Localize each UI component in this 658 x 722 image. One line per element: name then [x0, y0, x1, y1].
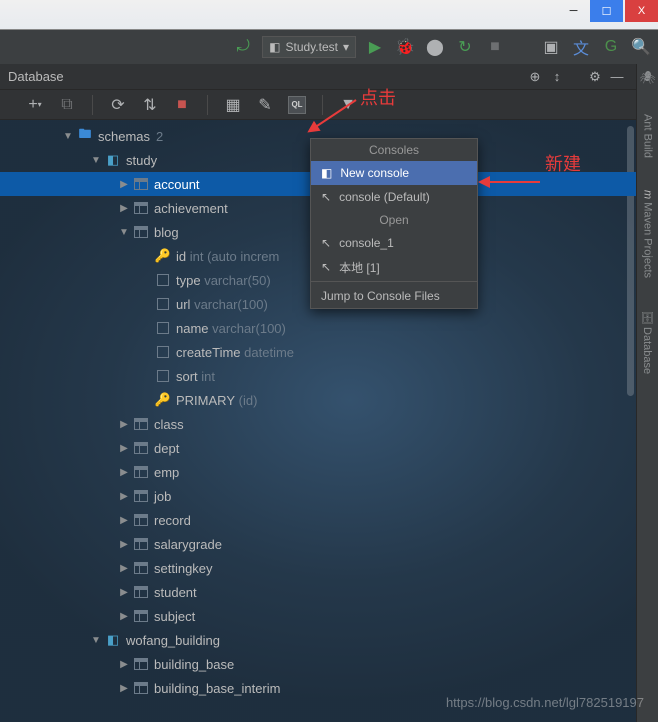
ant-build-spider-icon[interactable]: 🕷	[639, 70, 656, 86]
table-settingkey[interactable]: ▶settingkey	[0, 556, 636, 580]
expand-toggle[interactable]: ▼	[88, 155, 104, 166]
folder-icon: 🖿	[76, 125, 94, 147]
column-createtime[interactable]: createTime datetime	[0, 340, 636, 364]
schema-icon: ◧	[104, 152, 122, 168]
run-config-combo[interactable]: ◧ Study.test ▾	[262, 36, 356, 58]
translate2-icon[interactable]: G	[600, 36, 622, 58]
table-building-base[interactable]: ▶building_base	[0, 652, 636, 676]
table-emp[interactable]: ▶emp	[0, 460, 636, 484]
gear-icon[interactable]: ⚙	[584, 69, 606, 85]
sync-button[interactable]: ⇅	[141, 96, 159, 114]
key-icon: 🔑	[154, 392, 172, 408]
translate1-icon[interactable]: 文	[570, 36, 592, 58]
run-config-label: Study.test	[285, 40, 337, 54]
open-console-button[interactable]: QL	[288, 96, 306, 114]
add-datasource-button[interactable]: +▾	[26, 96, 44, 114]
table-subject[interactable]: ▶subject	[0, 604, 636, 628]
window-minimize-button[interactable]: ─	[557, 0, 590, 22]
column-icon	[154, 274, 172, 286]
duplicate-button[interactable]: ⧉	[58, 96, 76, 114]
table-job[interactable]: ▶job	[0, 484, 636, 508]
menu-console-default[interactable]: ↖ console (Default)	[311, 185, 477, 209]
run-button[interactable]: ▶	[364, 36, 386, 58]
profile-button[interactable]: ↻	[454, 36, 476, 58]
annotation-arrow-1	[306, 100, 366, 145]
column-name[interactable]: name varchar(100)	[0, 316, 636, 340]
table-student[interactable]: ▶student	[0, 580, 636, 604]
minimize-panel-icon[interactable]: —	[606, 69, 628, 84]
database-tab[interactable]: 🗄 Database	[640, 306, 655, 378]
stop-button[interactable]: ■	[484, 36, 506, 58]
panel-title: Database	[8, 69, 64, 84]
search-icon[interactable]: 🔍	[630, 36, 652, 58]
table-class[interactable]: ▶class	[0, 412, 636, 436]
scope-icon[interactable]: ⊕	[524, 69, 546, 85]
console-context-menu: Consoles ◧ New console ↖ console (Defaul…	[310, 138, 478, 309]
annotation-click: 点击	[360, 84, 396, 110]
window-close-button[interactable]: X	[625, 0, 658, 22]
table-dept[interactable]: ▶dept	[0, 436, 636, 460]
menu-new-console[interactable]: ◧ New console	[311, 161, 477, 185]
table-view-button[interactable]: ▦	[224, 96, 242, 114]
project-structure-icon[interactable]: ▣	[540, 36, 562, 58]
run-config-icon: ◧	[269, 40, 280, 54]
watermark: https://blog.csdn.net/lgl782519197	[446, 695, 644, 710]
schemas-count: 2	[156, 129, 163, 144]
column-sort[interactable]: sort int	[0, 364, 636, 388]
annotation-new: 新建	[545, 150, 581, 176]
window-maximize-button[interactable]: ☐	[590, 0, 623, 22]
primary-key[interactable]: 🔑PRIMARY (id)	[0, 388, 636, 412]
expand-toggle[interactable]: ▶	[116, 179, 132, 190]
database-panel-header: Database ⊕ ↕ ⚙ —	[0, 64, 636, 90]
chevron-down-icon: ▾	[343, 40, 349, 54]
key-icon: 🔑	[154, 248, 172, 264]
arrow-icon: ↖	[321, 190, 331, 204]
maven-projects-tab[interactable]: m Maven Projects	[641, 186, 655, 282]
arrow-icon: ↖	[321, 260, 331, 274]
table-salarygrade[interactable]: ▶salarygrade	[0, 532, 636, 556]
refresh-button[interactable]: ⟳	[109, 96, 127, 114]
schemas-label: schemas	[98, 129, 150, 144]
debug-button[interactable]: 🐞	[394, 36, 416, 58]
edit-button[interactable]: ✎	[256, 96, 274, 114]
menu-section-open: Open	[311, 209, 477, 231]
view-mode-icon[interactable]: ↕	[546, 69, 568, 84]
coverage-button[interactable]: ⬤	[424, 36, 446, 58]
menu-local-1[interactable]: ↖ 本地 [1]	[311, 255, 477, 279]
build-icon[interactable]: ⤾	[232, 36, 254, 58]
main-toolbar: ⤾ ◧ Study.test ▾ ▶ 🐞 ⬤ ↻ ■ ▣ 文 G 🔍	[0, 30, 658, 64]
stop-sync-button[interactable]: ■	[173, 96, 191, 114]
right-tool-gutter: 🕷 Ant Build m Maven Projects 🗄 Database	[636, 64, 658, 722]
ant-build-tab[interactable]: Ant Build	[641, 110, 655, 162]
annotation-arrow-2	[480, 172, 550, 197]
expand-toggle[interactable]: ▼	[60, 131, 76, 142]
menu-jump-to-files[interactable]: Jump to Console Files	[311, 284, 477, 308]
window-titlebar: ─ ☐ X	[0, 0, 658, 30]
schema-wofang[interactable]: ▼◧wofang_building	[0, 628, 636, 652]
ql-icon: ◧	[321, 166, 332, 180]
arrow-icon: ↖	[321, 236, 331, 250]
table-record[interactable]: ▶record	[0, 508, 636, 532]
menu-console-1[interactable]: ↖ console_1	[311, 231, 477, 255]
table-icon	[132, 178, 150, 190]
